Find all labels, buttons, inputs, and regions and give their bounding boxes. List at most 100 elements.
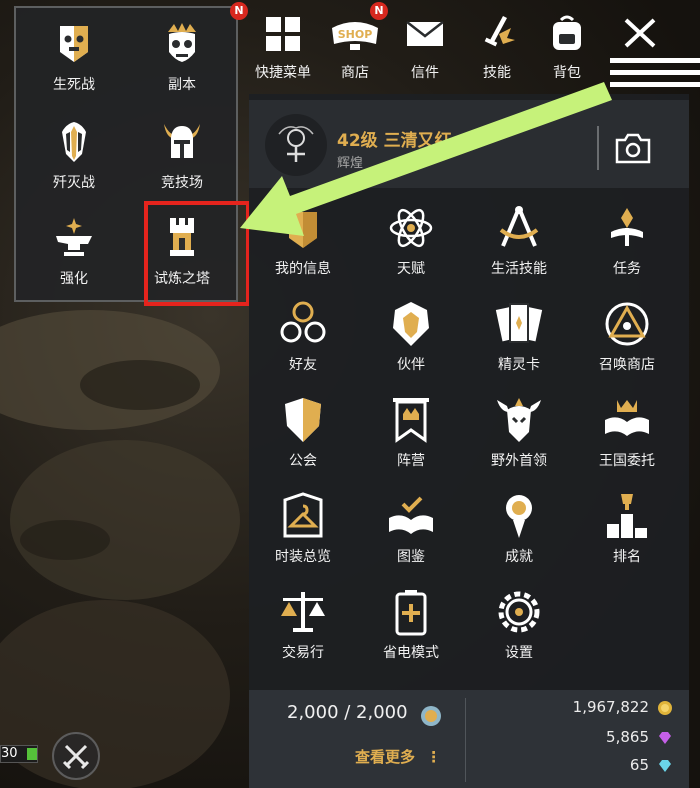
- menu-item-atom[interactable]: 天赋: [357, 198, 465, 290]
- player-name: 三清又红: [383, 131, 452, 151]
- book-check-icon: [389, 496, 433, 534]
- svg-text:SHOP: SHOP: [338, 28, 373, 41]
- menu-item-label: 天赋: [397, 261, 425, 277]
- battery-icon: [395, 590, 427, 636]
- friends-icon: [280, 301, 326, 343]
- quick-menu-panel: 生死战 副本 歼灭战 竞技场 强化 试炼之塔: [14, 6, 250, 306]
- quick-item-life-death-battle[interactable]: 生死战: [24, 14, 124, 106]
- menu-item-label: 野外首领: [491, 453, 547, 469]
- blue-gem-amount: 65: [629, 756, 649, 774]
- menu-item-medal[interactable]: 成就: [465, 486, 573, 578]
- gold-amount: 1,967,822: [572, 698, 649, 716]
- menu-item-label: 公会: [289, 453, 317, 469]
- menu-item-friends[interactable]: 好友: [249, 294, 357, 386]
- shield-icon: [285, 398, 321, 442]
- menu-item-label: 精灵卡: [498, 357, 540, 373]
- menu-item-eye-triangle[interactable]: 召唤商店: [573, 294, 681, 386]
- topbar-shop-button[interactable]: SHOP 商店: [322, 10, 388, 84]
- quick-item-arena[interactable]: 竞技场: [132, 112, 232, 204]
- quick-item-label: 竞技场: [161, 175, 203, 191]
- purple-gem-icon: [659, 732, 671, 744]
- title-emblem: [265, 114, 327, 176]
- menu-item-label: 任务: [613, 261, 641, 277]
- menu-item-quest[interactable]: 任务: [573, 198, 681, 290]
- close-button[interactable]: [610, 8, 700, 92]
- menu-item-book-check[interactable]: 图鉴: [357, 486, 465, 578]
- quest-icon: [611, 208, 643, 246]
- footer-divider: [465, 698, 466, 782]
- screenshot-button[interactable]: [613, 130, 653, 166]
- camera-icon: [615, 133, 651, 164]
- menu-item-shield[interactable]: 公会: [249, 390, 357, 482]
- menu-item-cards[interactable]: 精灵卡: [465, 294, 573, 386]
- topbar-quick-menu-button[interactable]: 快捷菜单: [250, 10, 316, 84]
- mail-icon: [406, 21, 444, 46]
- menu-item-label: 生活技能: [491, 261, 547, 277]
- crowned-skull-icon: [168, 23, 196, 62]
- crossed-swords-icon: [62, 744, 90, 770]
- hanger-icon: [283, 492, 323, 538]
- menu-item-lion[interactable]: 伙伴: [357, 294, 465, 386]
- quick-item-enhance[interactable]: 强化: [24, 208, 124, 300]
- sword-skill-icon: [484, 16, 515, 47]
- info-icon: [289, 212, 317, 248]
- topbar-skills-button[interactable]: 技能: [464, 10, 530, 84]
- close-icon: [610, 18, 700, 87]
- menu-item-podium[interactable]: 排名: [573, 486, 681, 578]
- quick-item-label: 副本: [168, 77, 196, 93]
- quick-item-annihilation[interactable]: 歼灭战: [24, 112, 124, 204]
- topbar-mail-button[interactable]: 信件: [392, 10, 458, 84]
- menu-item-label: 召唤商店: [599, 357, 655, 373]
- view-more-button[interactable]: 查看更多 ⋮: [355, 746, 441, 767]
- emblem-icon: [278, 126, 314, 162]
- shop-icon: SHOP: [332, 22, 378, 50]
- atom-icon: [389, 208, 433, 248]
- stamina-value: 2,000 / 2,000: [287, 702, 408, 723]
- grid-menu-icon: [266, 17, 300, 51]
- menu-item-gear[interactable]: 设置: [465, 582, 573, 674]
- horned-helmet-icon: [164, 124, 200, 158]
- quick-item-label: 生死战: [53, 77, 95, 93]
- quick-item-dungeon[interactable]: 副本: [132, 14, 232, 106]
- menu-item-label: 成就: [505, 549, 533, 565]
- stamina-coin-icon: [421, 706, 441, 726]
- cards-icon: [495, 303, 543, 343]
- topbar-label: 商店: [341, 65, 369, 81]
- anvil-icon: [56, 218, 92, 256]
- quick-item-label: 歼灭战: [53, 175, 95, 191]
- banner-icon: [393, 398, 429, 443]
- gear-icon: [498, 591, 540, 633]
- medal-icon: [506, 495, 532, 538]
- lion-icon: [393, 302, 429, 346]
- menu-item-scale[interactable]: 交易行: [249, 582, 357, 674]
- currency-footer: 2,000 / 2,000 查看更多 ⋮ 1,967,822 5,865 65: [249, 690, 689, 788]
- hud-fill: [27, 748, 37, 760]
- gold-coin-icon: [658, 701, 672, 715]
- combat-toggle-button[interactable]: [52, 732, 100, 780]
- menu-item-boss[interactable]: 野外首领: [465, 390, 573, 482]
- menu-item-label: 伙伴: [397, 357, 425, 373]
- divider: [597, 126, 599, 170]
- hud-value: 30: [1, 746, 18, 761]
- menu-item-label: 排名: [613, 549, 641, 565]
- menu-item-info[interactable]: 我的信息: [249, 198, 357, 290]
- menu-item-banner[interactable]: 阵营: [357, 390, 465, 482]
- menu-item-battery[interactable]: 省电模式: [357, 582, 465, 674]
- player-level: 42级: [337, 131, 378, 151]
- menu-item-hanger[interactable]: 时装总览: [249, 486, 357, 578]
- menu-item-crown-book[interactable]: 王国委托: [573, 390, 681, 482]
- menu-item-label: 阵营: [397, 453, 425, 469]
- top-bar: 快捷菜单 SHOP 商店 N 信件 技能 背包: [246, 0, 700, 92]
- topbar-bag-button[interactable]: 背包: [534, 10, 600, 84]
- menu-item-label: 图鉴: [397, 549, 425, 565]
- menu-item-label: 我的信息: [275, 261, 331, 277]
- menu-item-compass[interactable]: 生活技能: [465, 198, 573, 290]
- topbar-label: 背包: [553, 65, 581, 81]
- menu-item-label: 好友: [289, 357, 317, 373]
- hud-hp-bar: 30: [0, 745, 38, 763]
- profile-card[interactable]: 42级 三清又红 辉煌: [249, 100, 689, 188]
- skull-banner-icon: [60, 26, 88, 62]
- backpack-icon: [553, 15, 581, 50]
- menu-item-label: 省电模式: [383, 645, 439, 661]
- view-more-label: 查看更多: [355, 748, 416, 766]
